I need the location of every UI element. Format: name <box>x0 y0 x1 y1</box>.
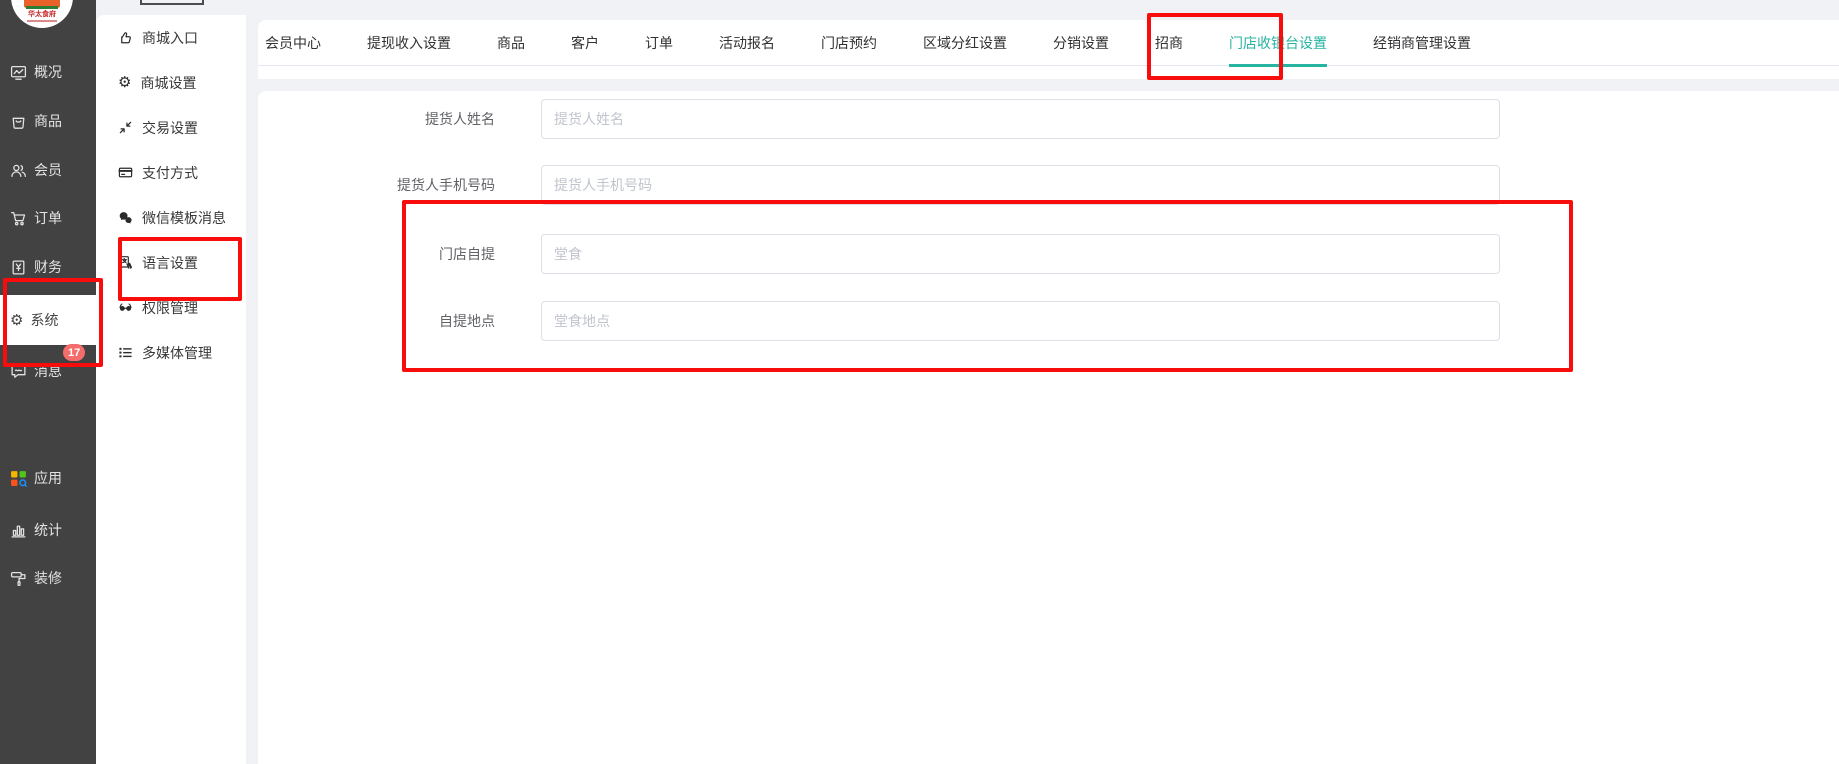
users-icon <box>10 162 27 179</box>
yuan-ledger-icon <box>10 259 27 276</box>
tab-activity-signup[interactable]: 活动报名 <box>696 20 798 65</box>
sidebar-item-goods[interactable]: 商品 <box>0 106 96 136</box>
tab-withdraw-income-settings[interactable]: 提现收入设置 <box>344 20 474 65</box>
sidebar-item-label: 交易设置 <box>142 118 198 138</box>
system-notification-badge: 17 <box>63 344 85 361</box>
hand-pointer-icon <box>118 30 133 45</box>
pickup-name-label: 提货人姓名 <box>258 99 541 139</box>
wechat-bubbles-icon <box>118 210 133 225</box>
sidebar-item-stats[interactable]: 统计 <box>0 515 96 545</box>
sidebar-item-messages[interactable]: 消息 <box>0 356 96 386</box>
tab-investment[interactable]: 招商 <box>1132 20 1206 65</box>
sidebar-item-label: 商城设置 <box>140 73 196 93</box>
tab-dealer-management-settings[interactable]: 经销商管理设置 <box>1350 20 1494 65</box>
sidebar-item-label: 商品 <box>34 111 62 131</box>
form-row: 提货人手机号码 <box>258 165 1839 205</box>
sidebar-item-wechat-template-messages[interactable]: 微信模板消息 <box>96 195 246 240</box>
pickup-location-label: 自提地点 <box>258 301 541 341</box>
sidebar-item-payment-methods[interactable]: 支付方式 <box>96 150 246 195</box>
tab-store-cashier-settings[interactable]: 门店收银台设置 <box>1206 20 1350 65</box>
paint-roller-icon <box>10 570 27 587</box>
sidebar-item-mall-settings[interactable]: ⚙ 商城设置 <box>96 60 246 105</box>
sidebar-item-label: 系统 <box>30 310 58 330</box>
sidebar-item-label: 统计 <box>34 520 62 540</box>
bar-chart-icon <box>10 522 27 539</box>
sidebar-item-label: 支付方式 <box>142 163 198 183</box>
sidebar-item-finance[interactable]: 财务 <box>0 252 96 282</box>
pickup-phone-label: 提货人手机号码 <box>258 165 541 205</box>
sidebar-item-label: 财务 <box>34 257 62 277</box>
logo-base <box>26 6 58 9</box>
translate-doc-icon <box>118 255 133 270</box>
settings-tab-panel: 会员中心 提现收入设置 商品 客户 订单 活动报名 门店预约 区域分红设置 分销… <box>258 20 1839 79</box>
credit-card-icon <box>118 165 133 180</box>
form-row: 门店自提 <box>258 234 1839 274</box>
sidebar-item-label: 多媒体管理 <box>142 343 212 363</box>
primary-sidebar: 华太食府 概况 商品 会员 订单 财务 ⚙ 系统 消 <box>0 0 96 764</box>
pickup-phone-field[interactable] <box>541 165 1500 205</box>
logo-name: 华太食府 <box>11 11 73 19</box>
shopping-bag-icon <box>10 113 27 130</box>
sidebar-item-label: 应用 <box>34 468 62 488</box>
pickup-location-field[interactable] <box>541 301 1500 341</box>
tab-customer[interactable]: 客户 <box>548 20 622 65</box>
sidebar-item-media-management[interactable]: 多媒体管理 <box>96 330 246 375</box>
sidebar-item-apps[interactable]: 应用 <box>0 463 96 493</box>
gear-icon: ⚙ <box>10 313 23 328</box>
tabs-bar: 会员中心 提现收入设置 商品 客户 订单 活动报名 门店预约 区域分红设置 分销… <box>258 20 1839 66</box>
sidebar-item-language-settings[interactable]: 语言设置 <box>96 240 246 285</box>
brand-logo[interactable]: 华太食府 <box>11 0 73 28</box>
sidebar-item-label: 装修 <box>34 568 62 588</box>
sidebar-item-system[interactable]: ⚙ 系统 <box>0 295 96 345</box>
sidebar-item-permission-management[interactable]: 权限管理 <box>96 285 246 330</box>
admin-app: 华太食府 概况 商品 会员 订单 财务 ⚙ 系统 消 <box>0 0 1839 764</box>
tab-goods[interactable]: 商品 <box>474 20 548 65</box>
sidebar-item-overview[interactable]: 概况 <box>0 57 96 87</box>
sidebar-item-label: 微信模板消息 <box>142 208 226 228</box>
sidebar-item-members[interactable]: 会员 <box>0 155 96 185</box>
exchange-arrows-icon <box>118 120 133 135</box>
chat-bubble-icon <box>10 363 27 380</box>
store-self-pickup-label: 门店自提 <box>258 234 541 274</box>
sidebar-item-mall-entry[interactable]: 商城入口 <box>96 15 246 60</box>
pickup-name-field[interactable] <box>541 99 1500 139</box>
tab-store-reservation[interactable]: 门店预约 <box>798 20 900 65</box>
tab-distribution-settings[interactable]: 分销设置 <box>1030 20 1132 65</box>
tab-order[interactable]: 订单 <box>622 20 696 65</box>
sidebar-item-label: 商城入口 <box>142 28 198 48</box>
gear-icon: ⚙ <box>118 75 131 90</box>
sidebar-item-trade-settings[interactable]: 交易设置 <box>96 105 246 150</box>
tab-region-dividend-settings[interactable]: 区域分红设置 <box>900 20 1030 65</box>
cashier-settings-form-panel: 提货人姓名 提货人手机号码 门店自提 自提地点 <box>258 91 1839 764</box>
apps-grid-icon <box>10 470 27 487</box>
form-row: 提货人姓名 <box>258 99 1839 139</box>
sidebar-item-label: 消息 <box>34 361 62 381</box>
secondary-sidebar: 商城入口 ⚙ 商城设置 交易设置 支付方式 微信模板消息 语言设置 权限管理 多 <box>96 15 246 764</box>
tab-member-center[interactable]: 会员中心 <box>258 20 344 65</box>
cutoff-element-fragment <box>140 0 204 5</box>
mask-glasses-icon <box>118 300 133 315</box>
store-self-pickup-field[interactable] <box>541 234 1500 274</box>
sidebar-item-label: 会员 <box>34 160 62 180</box>
sidebar-item-orders[interactable]: 订单 <box>0 203 96 233</box>
sidebar-item-label: 概况 <box>34 62 62 82</box>
sidebar-item-label: 权限管理 <box>142 298 198 318</box>
form-row: 自提地点 <box>258 301 1839 341</box>
list-icon <box>118 345 133 360</box>
sidebar-item-label: 语言设置 <box>142 253 198 273</box>
sidebar-item-label: 订单 <box>34 208 62 228</box>
cart-icon <box>10 210 27 227</box>
logo-subline <box>27 20 57 22</box>
sidebar-item-design[interactable]: 装修 <box>0 563 96 593</box>
monitor-chart-icon <box>10 64 27 81</box>
